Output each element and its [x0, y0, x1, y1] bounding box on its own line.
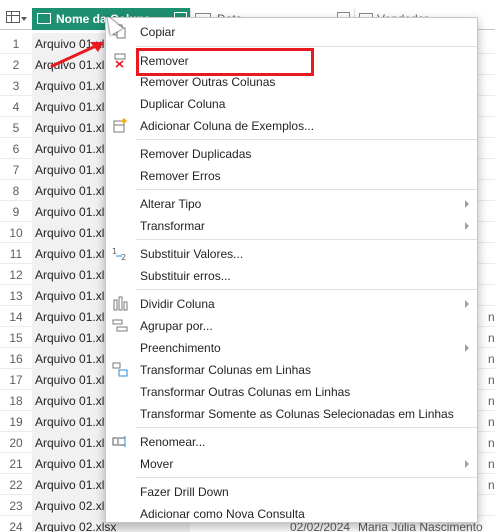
row-number: 8: [12, 184, 20, 198]
row-number: 24: [9, 520, 23, 532]
cell-vendedor-partial[interactable]: n: [488, 348, 495, 369]
row-number: 4: [12, 100, 20, 114]
menu-item-dividir-coluna[interactable]: Dividir Coluna: [106, 293, 477, 314]
menu-item-adicionar-como-nova-consulta[interactable]: Adicionar como Nova Consulta: [106, 503, 477, 524]
menu-item-label: Adicionar Coluna de Exemplos...: [140, 119, 315, 133]
row-number: 9: [12, 205, 20, 219]
row-number: 22: [9, 478, 23, 492]
cell-vendedor-partial[interactable]: n: [488, 390, 495, 411]
menu-item-label: Substituir Valores...: [140, 247, 244, 261]
row-number: 15: [9, 331, 23, 345]
menu-item-label: Copiar: [140, 25, 176, 39]
split-column-icon: [113, 296, 128, 311]
menu-item-label: Remover Duplicadas: [140, 147, 252, 161]
row-number: 5: [12, 121, 20, 135]
menu-item-substituir-valores[interactable]: 12 Substituir Valores...: [106, 243, 477, 264]
menu-item-transformar[interactable]: Transformar: [106, 215, 477, 236]
row-number: 11: [9, 247, 23, 261]
menu-item-label: Fazer Drill Down: [140, 485, 229, 499]
menu-separator: [136, 189, 477, 190]
menu-item-copiar[interactable]: Copiar: [106, 21, 477, 42]
row-number: 3: [12, 79, 20, 93]
menu-item-label: Dividir Coluna: [140, 297, 215, 311]
row-number: 7: [12, 163, 20, 177]
menu-item-substituir-erros[interactable]: Substituir erros...: [106, 265, 477, 286]
row-number: 13: [9, 289, 23, 303]
row-number: 19: [9, 415, 23, 429]
rename-icon: [112, 436, 126, 447]
row-number: 23: [9, 499, 23, 513]
chevron-down-icon[interactable]: [21, 17, 27, 21]
replace-values-icon: 12: [112, 247, 126, 261]
row-number: 2: [12, 58, 20, 72]
cell-vendedor-partial[interactable]: n: [488, 432, 495, 453]
menu-item-label: Mover: [140, 457, 174, 471]
menu-item-label: Remover Erros: [140, 169, 221, 183]
chevron-right-icon: [465, 300, 469, 308]
row-number: 14: [9, 310, 23, 324]
cell-vendedor-partial[interactable]: n: [488, 411, 495, 432]
row-number: 21: [9, 457, 23, 471]
chevron-right-icon: [465, 344, 469, 352]
row-number: 6: [12, 142, 20, 156]
menu-item-label: Renomear...: [140, 435, 206, 449]
menu-item-label: Agrupar por...: [140, 319, 213, 333]
menu-item-label: Remover Outras Colunas: [140, 75, 276, 89]
unpivot-icon: [112, 362, 128, 377]
menu-item-transformar-outras-colunas-em-linhas[interactable]: Transformar Outras Colunas em Linhas: [106, 381, 477, 402]
menu-item-label: Transformar Somente as Colunas Seleciona…: [140, 407, 454, 421]
menu-separator: [136, 289, 477, 290]
menu-item-transformar-colunas-em-linhas[interactable]: Transformar Colunas em Linhas: [106, 359, 477, 380]
cell-vendedor-partial[interactable]: n: [488, 453, 495, 474]
menu-separator: [136, 239, 477, 240]
svg-text:1: 1: [112, 247, 117, 256]
remove-column-icon: [114, 53, 126, 68]
menu-item-label: Transformar Colunas em Linhas: [140, 363, 311, 377]
row-number: 17: [9, 373, 23, 387]
svg-text:2: 2: [121, 253, 126, 261]
menu-item-label: Alterar Tipo: [140, 197, 202, 211]
red-arrow-icon: [50, 42, 104, 68]
table-menu-icon[interactable]: [6, 11, 20, 23]
menu-item-transformar-somente-colunas-selecionadas[interactable]: Transformar Somente as Colunas Seleciona…: [106, 403, 477, 424]
menu-item-label: Preenchimento: [140, 341, 221, 355]
menu-item-adicionar-coluna-de-exemplos[interactable]: Adicionar Coluna de Exemplos...: [106, 115, 477, 136]
column-from-examples-icon: [113, 118, 127, 133]
row-number: 12: [9, 268, 23, 282]
menu-item-renomear[interactable]: Renomear...: [106, 431, 477, 452]
menu-item-remover-erros[interactable]: Remover Erros: [106, 165, 477, 186]
menu-item-alterar-tipo[interactable]: Alterar Tipo: [106, 193, 477, 214]
menu-item-agrupar-por[interactable]: Agrupar por...: [106, 315, 477, 336]
menu-separator: [136, 46, 477, 47]
highlight-box-remover: [136, 48, 314, 76]
menu-item-label: Duplicar Coluna: [140, 97, 226, 111]
menu-item-label: Substituir erros...: [140, 269, 231, 283]
chevron-right-icon: [465, 460, 469, 468]
menu-item-preenchimento[interactable]: Preenchimento: [106, 337, 477, 358]
row-number: 20: [9, 436, 23, 450]
menu-item-fazer-drill-down[interactable]: Fazer Drill Down: [106, 481, 477, 502]
cell-vendedor-partial[interactable]: n: [488, 369, 495, 390]
menu-item-label: Transformar Outras Colunas em Linhas: [140, 385, 351, 399]
group-by-icon: [112, 319, 128, 332]
column-context-menu: Copiar Remover Remover Outras Colunas Du…: [105, 17, 478, 523]
chevron-right-icon: [465, 222, 469, 230]
menu-separator: [136, 139, 477, 140]
menu-item-mover[interactable]: Mover: [106, 453, 477, 474]
cell-vendedor-partial[interactable]: n: [488, 306, 495, 327]
row-number: 10: [9, 226, 23, 240]
cell-vendedor-partial[interactable]: n: [488, 474, 495, 495]
menu-item-label: Adicionar como Nova Consulta: [140, 507, 305, 521]
menu-separator: [136, 477, 477, 478]
cell-vendedor-partial[interactable]: n: [488, 327, 495, 348]
row-number: 18: [9, 394, 23, 408]
text-type-icon[interactable]: [37, 13, 51, 24]
row-number: 1: [12, 37, 20, 51]
menu-item-label: Transformar: [140, 219, 205, 233]
menu-item-remover-duplicadas[interactable]: Remover Duplicadas: [106, 143, 477, 164]
menu-separator: [136, 427, 477, 428]
row-number: 16: [9, 352, 23, 366]
menu-item-duplicar-coluna[interactable]: Duplicar Coluna: [106, 93, 477, 114]
chevron-right-icon: [465, 200, 469, 208]
